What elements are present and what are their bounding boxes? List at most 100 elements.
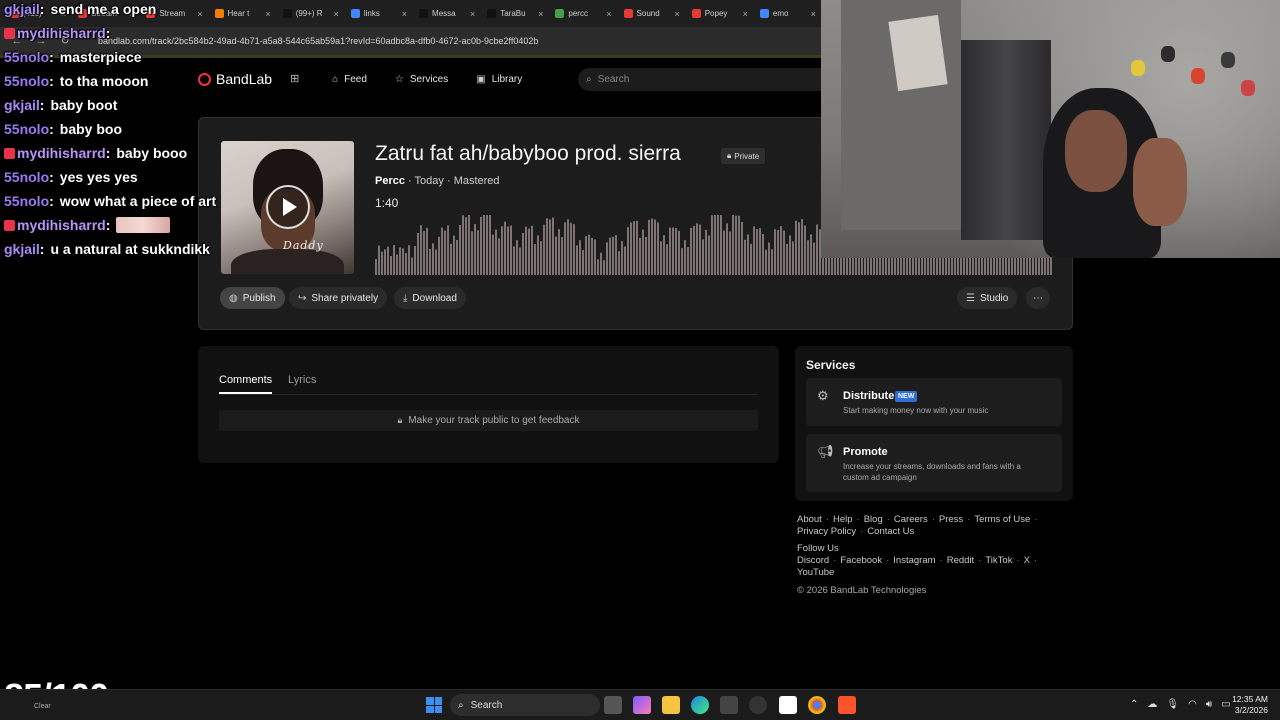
nav-library[interactable]: ▣ Library [476, 74, 522, 85]
close-tab-icon[interactable]: × [811, 9, 816, 19]
close-tab-icon[interactable]: × [334, 9, 339, 19]
waveform-bar [549, 219, 551, 275]
taskbar-search[interactable]: ⌕ Search [450, 694, 600, 716]
social-link[interactable]: Discord [797, 555, 829, 567]
close-tab-icon[interactable]: × [197, 9, 202, 19]
apps-grid-icon[interactable]: ⊞ [290, 72, 304, 86]
footer-link[interactable]: Help [833, 514, 853, 526]
weather-widget[interactable]: Clear [34, 703, 51, 710]
waveform-bar [453, 235, 455, 275]
service-promote-desc: Increase your streams, downloads and fan… [843, 462, 1021, 482]
cloud-icon[interactable]: ☁ [1147, 699, 1157, 710]
url-text[interactable]: bandlab.com/track/2bc584b2-49ad-4b71-a5a… [98, 36, 538, 46]
file-explorer-icon[interactable] [662, 696, 680, 714]
speaker-icon[interactable]: 🔊︎ [1206, 699, 1212, 710]
social-link[interactable]: Reddit [947, 555, 974, 567]
close-tab-icon[interactable]: × [606, 9, 611, 19]
waveform-bar [666, 244, 668, 275]
capcut-icon[interactable] [779, 696, 797, 714]
waveform-bar [471, 231, 473, 275]
footer-link[interactable]: Contact Us [867, 526, 914, 538]
browser-tab[interactable]: links × [345, 3, 413, 25]
service-distribute[interactable]: ⚙ Distribute NEW Start making money now … [806, 378, 1062, 426]
new-badge: NEW [895, 391, 918, 402]
close-tab-icon[interactable]: × [402, 9, 407, 19]
site-header: BandLab ⊞ ⌂ Feed ☆ Services ▣ Library ⌕ … [190, 62, 822, 96]
close-tab-icon[interactable]: × [265, 9, 270, 19]
taskbar-clock[interactable]: 12:35 AM 3/2/2026 [1230, 694, 1268, 716]
service-promote[interactable]: 📢︎ Promote Increase your streams, downlo… [806, 434, 1062, 492]
waveform-bar [657, 222, 659, 275]
chat-text: yes yes yes [59, 169, 138, 185]
store-icon[interactable] [720, 696, 738, 714]
waveform-bar [687, 247, 689, 275]
chat-colon: : [105, 217, 111, 233]
footer-link[interactable]: Careers [894, 514, 928, 526]
wifi-icon[interactable]: ◠ [1188, 699, 1197, 710]
waveform-bar [714, 215, 716, 275]
tab-comments[interactable]: Comments [219, 374, 272, 386]
nav-services-label: Services [409, 73, 449, 85]
brave-icon[interactable] [838, 696, 856, 714]
nav-services[interactable]: ☆ Services [395, 74, 448, 85]
artist-link[interactable]: Percc [375, 175, 405, 187]
footer-link[interactable]: Blog [864, 514, 883, 526]
footer-link[interactable]: Privacy Policy [797, 526, 856, 538]
more-options-button[interactable]: ⋯ [1026, 287, 1050, 309]
social-link[interactable]: Instagram [893, 555, 935, 567]
studio-button[interactable]: ☰ Studio [957, 287, 1018, 309]
waveform-bar [567, 219, 569, 275]
download-icon: ⤓ [403, 292, 408, 304]
waveform-bar [459, 225, 461, 275]
microphone-icon[interactable]: 🎙︎ [1166, 699, 1179, 710]
waveform-bar [729, 231, 731, 275]
browser-tab[interactable]: Hear t × [209, 3, 277, 25]
windows-start-icon[interactable] [426, 697, 442, 713]
close-tab-icon[interactable]: × [538, 9, 543, 19]
track-meta-details: · Today · Mastered [404, 175, 500, 187]
waveform-bar [402, 248, 404, 275]
close-tab-icon[interactable]: × [674, 9, 679, 19]
separator-dot: · [886, 514, 890, 525]
copilot-icon[interactable] [633, 696, 651, 714]
social-link[interactable]: Facebook [840, 555, 882, 567]
browser-tab[interactable]: emo × [754, 3, 822, 25]
close-tab-icon[interactable]: × [743, 9, 748, 19]
search-input[interactable]: ⌕ Search [578, 68, 822, 91]
webcam-feed [821, 0, 1280, 258]
app-icon[interactable] [749, 696, 767, 714]
waveform-bar [648, 219, 650, 275]
nav-feed[interactable]: ⌂ Feed [332, 74, 367, 85]
publish-button[interactable]: ◍ Publish [220, 287, 285, 309]
browser-tab[interactable]: (99+) R × [277, 3, 345, 25]
social-link[interactable]: YouTube [797, 567, 834, 579]
footer-link[interactable]: Press [939, 514, 963, 526]
chrome-icon[interactable] [808, 696, 826, 714]
social-link[interactable]: TikTok [985, 555, 1012, 567]
waveform-bar [696, 223, 698, 275]
chat-badge-icon [4, 220, 15, 231]
footer-link[interactable]: Terms of Use [974, 514, 1030, 526]
ellipsis-icon: ⋯ [1033, 292, 1043, 304]
browser-tab[interactable]: Popey × [686, 3, 754, 25]
browser-tab[interactable]: percc × [549, 3, 617, 25]
waveform-bar [504, 221, 506, 275]
footer-link[interactable]: About [797, 514, 822, 526]
waveform-bar [381, 251, 383, 275]
task-view-icon[interactable] [604, 696, 622, 714]
play-button[interactable] [266, 185, 310, 229]
windows-taskbar: ⌕ Search ⌃ ☁ 🎙︎ ◠ 🔊︎ ▭ 12:35 AM 3/2/2026 [0, 689, 1280, 720]
chevron-up-icon[interactable]: ⌃ [1130, 699, 1138, 710]
download-button[interactable]: ⤓ Download [394, 287, 466, 309]
browser-tab[interactable]: TaraBu × [481, 3, 549, 25]
browser-tab[interactable]: Messa × [413, 3, 481, 25]
bandlab-logo[interactable]: BandLab [198, 71, 272, 87]
waveform-bar [642, 229, 644, 275]
tab-label: Popey [704, 9, 728, 18]
close-tab-icon[interactable]: × [470, 9, 475, 19]
share-privately-button[interactable]: ↪ Share privately [289, 287, 388, 309]
tab-lyrics[interactable]: Lyrics [288, 374, 316, 386]
browser-tab[interactable]: Sound × [618, 3, 686, 25]
social-link[interactable]: X [1024, 555, 1030, 567]
edge-icon[interactable] [691, 696, 709, 714]
